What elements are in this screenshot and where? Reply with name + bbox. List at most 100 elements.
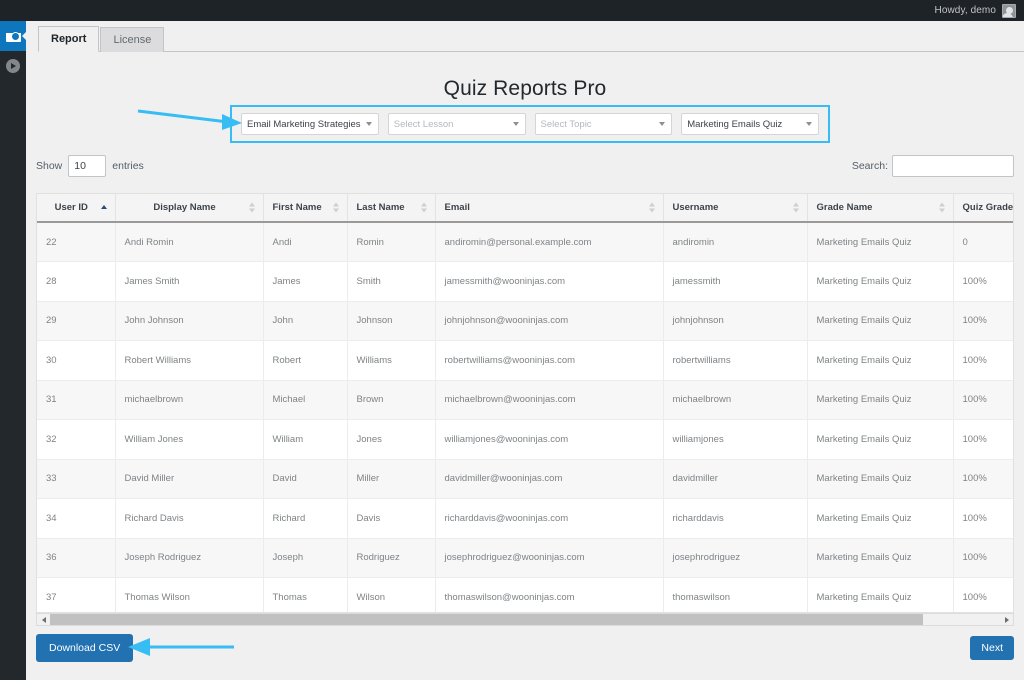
table-row[interactable]: 31 michaelbrown Michael Brown michaelbrown@w… bbox=[37, 380, 1013, 420]
column-header-label: Username bbox=[672, 202, 719, 213]
cell-grade-name: Marketing Emails Quiz bbox=[807, 498, 954, 539]
cell-display-name: Richard Davis bbox=[115, 498, 264, 539]
lesson-select[interactable]: Select Lesson bbox=[387, 113, 526, 135]
search-control: Search: bbox=[852, 155, 1014, 177]
cell-quiz-grade-score: 0 bbox=[953, 222, 1013, 262]
lesson-select-value: Select Lesson bbox=[393, 118, 454, 130]
next-page-button[interactable]: Next bbox=[970, 636, 1014, 660]
scroll-right-arrow-icon[interactable] bbox=[1000, 614, 1013, 625]
howdy-greeting[interactable]: Howdy, demo bbox=[935, 5, 997, 16]
column-header-label: Quiz Grade Score bbox=[962, 202, 1014, 213]
cell-username: williamjones bbox=[663, 419, 808, 460]
cell-email: williamjones@wooninjas.com bbox=[435, 419, 664, 460]
cell-grade-name: Marketing Emails Quiz bbox=[807, 459, 954, 499]
course-select-value: Email Marketing Strategies bbox=[247, 118, 361, 130]
table-row[interactable]: 30 Robert Williams Robert Williams robertwil… bbox=[37, 340, 1013, 381]
cell-quiz-grade-score: 100% bbox=[953, 538, 1013, 578]
scroll-left-arrow-icon[interactable] bbox=[37, 614, 50, 625]
topic-select[interactable]: Select Topic bbox=[534, 113, 673, 135]
scrollbar-track[interactable] bbox=[923, 614, 1000, 625]
cell-user-id: 36 bbox=[37, 538, 116, 578]
cell-quiz-grade-score: 100% bbox=[953, 380, 1013, 420]
cell-first-name: Andi bbox=[263, 222, 348, 262]
table-row[interactable]: 34 Richard Davis Richard Davis richarddavis@… bbox=[37, 498, 1013, 539]
table-row[interactable]: 36 Joseph Rodriguez Joseph Rodriguez josephr… bbox=[37, 538, 1013, 578]
course-select[interactable]: Email Marketing Strategies bbox=[241, 113, 379, 135]
tab-report[interactable]: Report bbox=[38, 26, 100, 52]
sort-toggle-icon[interactable] bbox=[333, 202, 340, 213]
filter-bar-arrow-icon bbox=[137, 109, 242, 130]
cell-email: johnjohnson@wooninjas.com bbox=[435, 301, 664, 341]
column-header-first-name[interactable]: First Name bbox=[263, 194, 348, 223]
cell-first-name: James bbox=[263, 261, 348, 302]
cell-email: josephrodriguez@wooninjas.com bbox=[435, 538, 664, 578]
cell-first-name: Richard bbox=[263, 498, 348, 539]
cell-username: josephrodriguez bbox=[663, 538, 808, 578]
sidebar-item-media[interactable] bbox=[0, 51, 26, 81]
cell-display-name: Robert Williams bbox=[115, 340, 264, 381]
cell-display-name: Andi Romin bbox=[115, 222, 264, 262]
cell-last-name: Romin bbox=[347, 222, 436, 262]
download-csv-button[interactable]: Download CSV bbox=[36, 634, 134, 662]
cell-grade-name: Marketing Emails Quiz bbox=[807, 577, 954, 612]
table-row[interactable]: 33 David Miller David Miller davidmiller@woo… bbox=[37, 459, 1013, 499]
length-menu-prefix: Show bbox=[36, 160, 63, 172]
chevron-down-icon bbox=[806, 122, 812, 126]
cell-username: jamessmith bbox=[663, 261, 808, 302]
topic-select-value: Select Topic bbox=[540, 118, 592, 130]
sort-toggle-icon[interactable] bbox=[421, 202, 428, 213]
cell-display-name: William Jones bbox=[115, 419, 264, 460]
cell-username: davidmiller bbox=[663, 459, 808, 499]
column-header-display-name[interactable]: Display Name bbox=[115, 194, 264, 223]
cell-user-id: 22 bbox=[37, 222, 116, 262]
report-table-body: 22 Andi Romin Andi Romin andiromin@personal.… bbox=[37, 222, 1013, 612]
cell-grade-name: Marketing Emails Quiz bbox=[807, 261, 954, 302]
cell-quiz-grade-score: 100% bbox=[953, 498, 1013, 539]
column-header-quiz-grade-score[interactable]: Quiz Grade Score bbox=[953, 194, 1014, 223]
column-header-grade-name[interactable]: Grade Name bbox=[807, 194, 954, 223]
cell-quiz-grade-score: 100% bbox=[953, 261, 1013, 302]
column-header-user-id[interactable]: User ID bbox=[37, 194, 116, 223]
quiz-select[interactable]: Marketing Emails Quiz bbox=[681, 113, 819, 135]
cell-email: jamessmith@wooninjas.com bbox=[435, 261, 664, 302]
cell-display-name: John Johnson bbox=[115, 301, 264, 341]
scrollbar-thumb[interactable] bbox=[50, 614, 923, 625]
page-canvas: Report License Quiz Reports Pro Email Ma… bbox=[26, 21, 1024, 680]
length-menu-input[interactable]: 10 bbox=[68, 155, 107, 177]
sort-toggle-icon[interactable] bbox=[649, 202, 656, 213]
play-circle-icon bbox=[6, 59, 20, 73]
table-row[interactable]: 32 William Jones William Jones williamjones@… bbox=[37, 419, 1013, 460]
search-input[interactable] bbox=[892, 155, 1014, 177]
cell-last-name: Rodriguez bbox=[347, 538, 436, 578]
cell-email: robertwilliams@wooninjas.com bbox=[435, 340, 664, 381]
cell-first-name: Robert bbox=[263, 340, 348, 381]
tab-license[interactable]: License bbox=[100, 27, 165, 52]
cell-email: michaelbrown@wooninjas.com bbox=[435, 380, 664, 420]
table-row[interactable]: 28 James Smith James Smith jamessmith@woonin… bbox=[37, 261, 1013, 302]
sort-ascending-icon[interactable] bbox=[101, 204, 108, 211]
table-horizontal-scrollbar[interactable] bbox=[36, 613, 1014, 626]
cell-username: robertwilliams bbox=[663, 340, 808, 381]
search-label: Search: bbox=[851, 160, 888, 172]
table-row[interactable]: 29 John Johnson John Johnson johnjohnson@woo… bbox=[37, 301, 1013, 341]
cell-grade-name: Marketing Emails Quiz bbox=[807, 380, 954, 420]
column-header-email[interactable]: Email bbox=[435, 194, 664, 223]
cell-user-id: 31 bbox=[37, 380, 116, 420]
sort-toggle-icon[interactable] bbox=[793, 202, 800, 213]
cell-first-name: William bbox=[263, 419, 348, 460]
quiz-reports-icon bbox=[5, 30, 21, 42]
cell-display-name: Thomas Wilson bbox=[115, 577, 264, 612]
user-avatar-icon[interactable] bbox=[1002, 3, 1016, 18]
cell-user-id: 30 bbox=[37, 340, 116, 381]
cell-last-name: Williams bbox=[347, 340, 436, 381]
sort-toggle-icon[interactable] bbox=[249, 202, 256, 213]
sidebar-item-quiz-reports[interactable] bbox=[0, 21, 27, 51]
table-row[interactable]: 22 Andi Romin Andi Romin andiromin@personal.… bbox=[37, 222, 1013, 262]
cell-quiz-grade-score: 100% bbox=[953, 340, 1013, 381]
sort-toggle-icon[interactable] bbox=[939, 202, 946, 213]
column-header-username[interactable]: Username bbox=[663, 194, 808, 223]
chevron-down-icon bbox=[512, 122, 519, 126]
column-header-last-name[interactable]: Last Name bbox=[347, 194, 436, 223]
table-row[interactable]: 37 Thomas Wilson Thomas Wilson thomaswilson@… bbox=[37, 577, 1013, 612]
cell-user-id: 33 bbox=[37, 459, 116, 499]
